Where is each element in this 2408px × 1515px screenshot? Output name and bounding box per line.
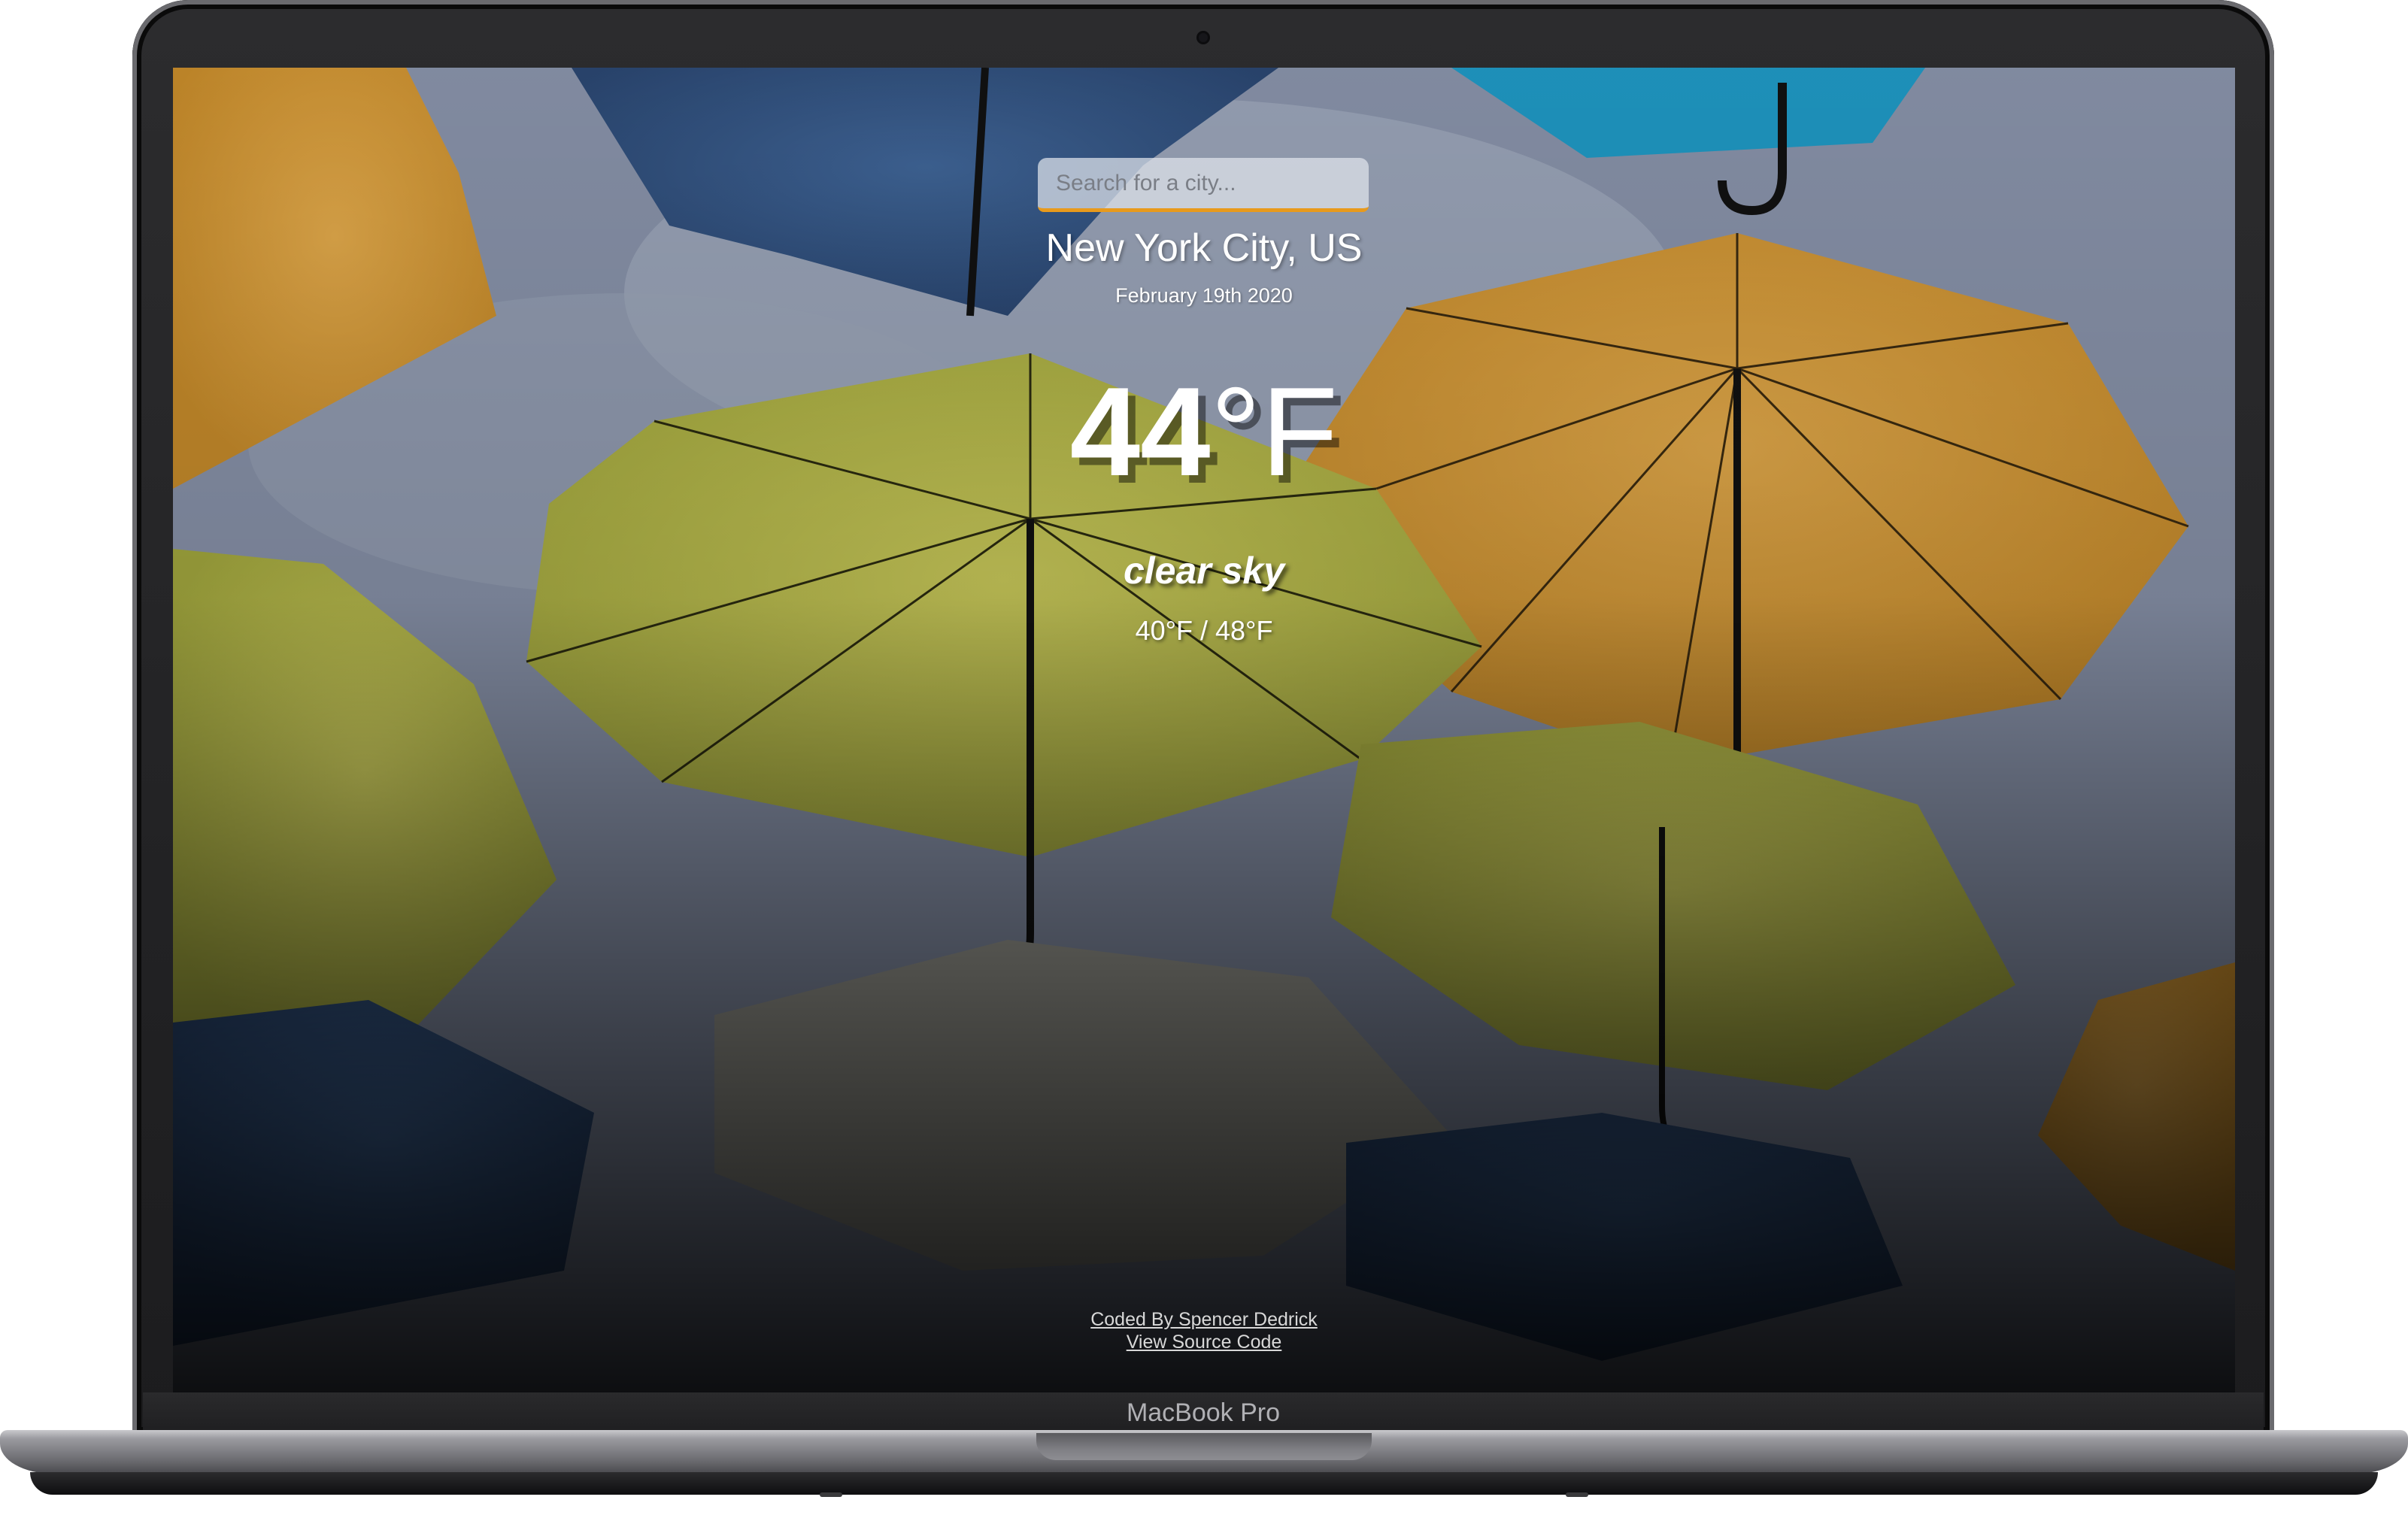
screen: New York City, US February 19th 2020 44°… bbox=[173, 68, 2235, 1392]
laptop-mockup: New York City, US February 19th 2020 44°… bbox=[0, 0, 2408, 1515]
weather-description: clear sky bbox=[1123, 550, 1285, 592]
camera-icon bbox=[1199, 33, 1208, 42]
laptop-foot bbox=[820, 1492, 842, 1497]
laptop-foot bbox=[1566, 1492, 1588, 1497]
temperature-value: 44 bbox=[1069, 361, 1211, 502]
author-credit-link[interactable]: Coded By Spencer Dedrick bbox=[173, 1308, 2235, 1331]
date-label: February 19th 2020 bbox=[1115, 284, 1293, 307]
city-search-input[interactable] bbox=[1038, 158, 1369, 212]
laptop-bottom-edge bbox=[30, 1472, 2378, 1495]
view-source-link[interactable]: View Source Code bbox=[173, 1331, 2235, 1353]
temperature-display: 44°F bbox=[173, 368, 2235, 495]
weather-app: New York City, US February 19th 2020 44°… bbox=[173, 68, 2235, 1392]
location-title: New York City, US bbox=[1045, 226, 1363, 270]
footer: Coded By Spencer Dedrick View Source Cod… bbox=[173, 1308, 2235, 1353]
temperature-range: 40°F / 48°F bbox=[1135, 615, 1273, 646]
device-brand-label: MacBook Pro bbox=[1126, 1398, 1281, 1427]
laptop-opening-notch bbox=[1036, 1433, 1372, 1460]
temperature-unit: °F bbox=[1210, 361, 1339, 502]
